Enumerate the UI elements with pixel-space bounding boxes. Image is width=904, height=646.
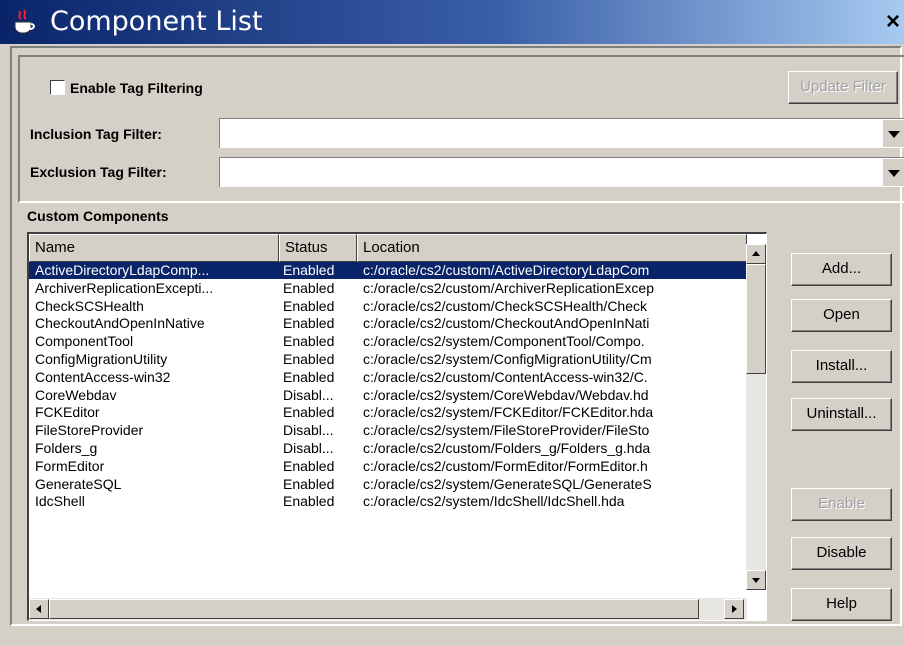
cell-name: ComponentTool [35, 333, 134, 350]
cell-location: c:/oracle/cs2/custom/ActiveDirectoryLdap… [363, 262, 650, 278]
table-row[interactable]: ConfigMigrationUtility Enabled c:/oracle/c… [29, 351, 747, 368]
enable-tag-filtering-label: Enable Tag Filtering [70, 80, 203, 96]
cell-location: c:/oracle/cs2/system/CoreWebdav/Webdav.h… [363, 386, 649, 403]
add-button[interactable]: Add... [791, 253, 892, 286]
cell-name: ContentAccess-win32 [35, 368, 171, 385]
cell-status: Enabled [283, 262, 335, 278]
cell-name: ArchiverReplicationExcepti... [35, 279, 214, 296]
cell-location: c:/oracle/cs2/system/FCKEditor/FCKEditor… [363, 404, 654, 421]
components-table[interactable]: Name Status Location ActiveDirectoryLdap… [27, 232, 767, 621]
table-row[interactable]: IdcShell Enabled c:/oracle/cs2/system/IdcS… [29, 493, 747, 510]
cell-name: CheckSCSHealth [35, 297, 144, 314]
cell-name: CheckoutAndOpenInNative [35, 315, 205, 332]
cell-status: Disabl... [283, 386, 334, 403]
window-title: Component List [50, 6, 263, 37]
table-row[interactable]: CheckoutAndOpenInNative Enabled c:/oracle/… [29, 315, 747, 332]
column-header-location[interactable]: Location [357, 234, 747, 262]
table-row[interactable]: Folders_g Disabl... c:/oracle/cs2/custom/F… [29, 440, 747, 457]
enable-button[interactable]: Enable [791, 488, 892, 521]
cell-name: FormEditor [35, 457, 105, 474]
cell-status: Enabled [283, 457, 335, 474]
cell-location: c:/oracle/cs2/custom/CheckoutAndOpenInNa… [363, 315, 650, 332]
cell-status: Enabled [283, 404, 335, 421]
inclusion-tag-filter-combo[interactable] [219, 118, 904, 148]
horizontal-scrollbar[interactable] [29, 598, 747, 620]
cell-status: Enabled [283, 475, 335, 492]
table-row[interactable]: FileStoreProvider Disabl... c:/oracle/cs2/… [29, 422, 747, 439]
cell-status: Enabled [283, 493, 335, 510]
cell-location: c:/oracle/cs2/system/FileStoreProvider/F… [363, 422, 650, 439]
update-filter-button[interactable]: Update Filter [788, 71, 898, 104]
cell-location: c:/oracle/cs2/custom/CheckSCSHealth/Chec… [363, 297, 647, 314]
java-coffee-cup-icon [14, 9, 35, 34]
vertical-scrollbar[interactable] [746, 244, 766, 590]
cell-location: c:/oracle/cs2/custom/Folders_g/Folders_g… [363, 440, 651, 456]
cell-status: Disabl... [283, 422, 334, 439]
inclusion-tag-filter-label: Inclusion Tag Filter: [30, 126, 162, 142]
column-header-status[interactable]: Status [279, 234, 357, 262]
cell-status: Enabled [283, 351, 335, 367]
chevron-down-icon[interactable] [882, 119, 904, 147]
table-row[interactable]: FormEditor Enabled c:/oracle/cs2/custom/Fo… [29, 458, 747, 475]
triangle-left-icon [36, 605, 41, 613]
scroll-up-button[interactable] [746, 244, 766, 264]
disable-button[interactable]: Disable [791, 537, 892, 570]
cell-status: Enabled [283, 279, 335, 296]
chevron-down-icon[interactable] [882, 158, 904, 186]
scroll-right-button[interactable] [724, 599, 744, 619]
cell-location: c:/oracle/cs2/custom/FormEditor/FormEdit… [363, 457, 648, 474]
open-button[interactable]: Open [791, 299, 892, 332]
table-row[interactable]: ComponentTool Enabled c:/oracle/cs2/system… [29, 333, 747, 350]
custom-components-heading: Custom Components [27, 208, 169, 224]
column-header-name[interactable]: Name [29, 234, 279, 262]
cell-name: FileStoreProvider [35, 422, 144, 439]
cell-status: Enabled [283, 315, 335, 332]
cell-name: IdcShell [35, 493, 85, 510]
title-bar: Component List × [0, 0, 904, 44]
table-header: Name Status Location [29, 234, 766, 262]
close-button[interactable]: × [886, 8, 904, 36]
cell-location: c:/oracle/cs2/custom/ArchiverReplication… [363, 279, 655, 296]
table-row[interactable]: FCKEditor Enabled c:/oracle/cs2/system/FCK… [29, 404, 747, 421]
scroll-down-button[interactable] [746, 570, 766, 590]
triangle-down-icon [752, 578, 760, 583]
cell-status: Enabled [283, 368, 335, 385]
scroll-thumb[interactable] [746, 264, 766, 374]
cell-location: c:/oracle/cs2/system/ComponentTool/Compo… [363, 333, 645, 350]
cell-status: Enabled [283, 333, 335, 350]
cell-name: FCKEditor [35, 404, 100, 421]
table-row[interactable]: ContentAccess-win32 Enabled c:/oracle/cs2/… [29, 369, 747, 386]
cell-name: Folders_g [35, 440, 98, 456]
cell-location: c:/oracle/cs2/system/IdcShell/IdcShell.h… [363, 493, 625, 510]
table-row[interactable]: GenerateSQL Enabled c:/oracle/cs2/system/G… [29, 476, 747, 493]
cell-name: ActiveDirectoryLdapComp... [35, 262, 210, 278]
table-row[interactable]: ActiveDirectoryLdapComp... Enabled c:/orac… [29, 262, 747, 279]
triangle-up-icon [752, 251, 760, 256]
help-button[interactable]: Help [791, 588, 892, 621]
enable-tag-filtering-checkbox[interactable] [50, 80, 65, 95]
cell-name: CoreWebdav [35, 386, 117, 403]
exclusion-tag-filter-label: Exclusion Tag Filter: [30, 164, 167, 180]
exclusion-tag-filter-combo[interactable] [219, 157, 904, 187]
cell-location: c:/oracle/cs2/system/GenerateSQL/Generat… [363, 475, 652, 492]
table-row[interactable]: ArchiverReplicationExcepti... Enabled c:/o… [29, 280, 747, 297]
install-button[interactable]: Install... [791, 350, 892, 383]
uninstall-button[interactable]: Uninstall... [791, 398, 892, 431]
table-row[interactable]: CoreWebdav Disabl... c:/oracle/cs2/system/… [29, 387, 747, 404]
cell-name: GenerateSQL [35, 475, 122, 492]
table-row[interactable]: CheckSCSHealth Enabled c:/oracle/cs2/custo… [29, 298, 747, 315]
cell-name: ConfigMigrationUtility [35, 351, 168, 367]
triangle-right-icon [732, 605, 737, 613]
cell-location: c:/oracle/cs2/system/ConfigMigrationUtil… [363, 351, 652, 367]
cell-status: Disabl... [283, 440, 334, 456]
scroll-left-button[interactable] [29, 599, 49, 619]
cell-status: Enabled [283, 297, 335, 314]
cell-location: c:/oracle/cs2/custom/ContentAccess-win32… [363, 368, 648, 385]
horizontal-scroll-thumb[interactable] [49, 599, 699, 619]
